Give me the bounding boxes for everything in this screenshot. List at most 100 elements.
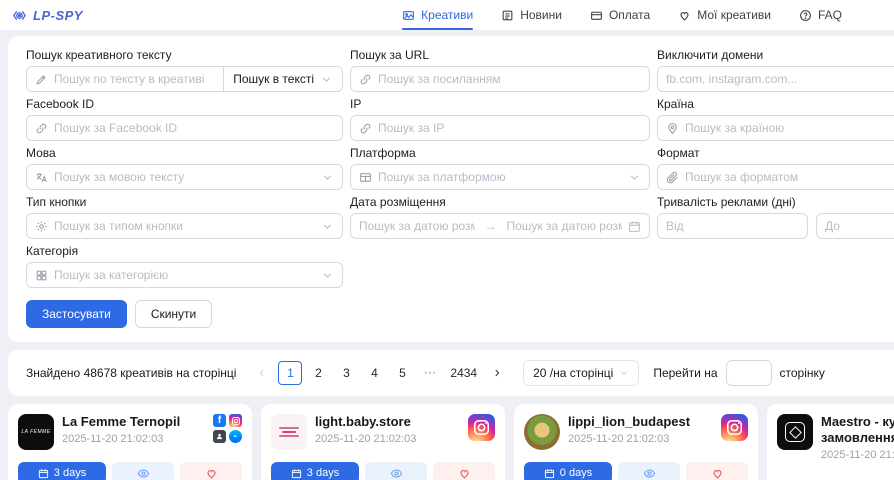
field-platform: Платформа Пошук за платформою — [350, 146, 650, 190]
days-label: 3 days — [307, 467, 339, 479]
language-select[interactable]: Пошук за мовою тексту — [26, 164, 343, 190]
ip-input[interactable] — [378, 121, 641, 135]
country-input[interactable] — [685, 121, 894, 135]
card-avatar — [524, 414, 560, 450]
favorite-button[interactable] — [433, 462, 495, 480]
pagination-page-1[interactable]: 1 — [278, 361, 302, 385]
days-active-button[interactable]: 0 days — [524, 462, 612, 480]
category-select[interactable]: Пошук за категорією — [26, 262, 343, 288]
card-title-line-2[interactable]: замовлення в Ужго — [821, 430, 894, 446]
nav-tab-my-creatives[interactable]: Мої креативи — [678, 0, 771, 30]
card-title[interactable]: lippi_lion_budapest — [568, 414, 690, 430]
creatives-list: LA FEMME La Femme Ternopil 2025-11-20 21… — [8, 404, 894, 480]
instagram-icon — [468, 414, 495, 441]
duration-to-wrap — [816, 213, 894, 239]
range-arrow: → — [481, 219, 501, 233]
date-start-placeholder: Пошук за датою розміщення — [359, 219, 475, 233]
goto-page-input[interactable] — [726, 360, 772, 386]
apply-button[interactable]: Застосувати — [26, 300, 127, 328]
link-icon — [35, 122, 48, 135]
brand-name: LP-SPY — [33, 8, 83, 23]
pen-icon — [35, 73, 48, 86]
results-summary: Знайдено 48678 креативів на сторінці — [26, 366, 236, 380]
facebook-id-input[interactable] — [54, 121, 334, 135]
pagination-page-5[interactable]: 5 — [390, 361, 414, 385]
calendar-icon — [38, 468, 49, 479]
field-facebook-id: Facebook ID — [26, 97, 343, 141]
nav-tab-creatives[interactable]: Креативи — [402, 0, 473, 30]
nav-tab-label: Оплата — [609, 8, 650, 22]
card-title[interactable]: light.baby.store — [315, 414, 416, 430]
field-category: Категорія Пошук за категорією — [26, 244, 343, 288]
format-input[interactable] — [685, 170, 894, 184]
date-end-placeholder: Пошук за датою розміщення — [507, 219, 623, 233]
creative-text-input[interactable] — [54, 72, 215, 86]
category-grid-icon — [35, 269, 48, 282]
nav-tab-faq[interactable]: FAQ — [799, 0, 842, 30]
reset-button[interactable]: Скинути — [135, 300, 212, 328]
platform-icons — [468, 414, 495, 441]
pagination-next-icon[interactable] — [485, 361, 509, 385]
chevron-down-icon — [619, 368, 629, 378]
chevron-down-icon — [321, 220, 334, 233]
field-exclude-domains: Виключити домени — [657, 48, 894, 92]
days-label: 0 days — [560, 467, 592, 479]
field-label: Країна — [657, 97, 894, 111]
chevron-down-icon — [321, 171, 334, 184]
page-size-select[interactable]: 20 /на сторінці — [523, 360, 639, 386]
instagram-icon — [721, 414, 748, 441]
nav-tab-news[interactable]: Новини — [501, 0, 562, 30]
favorite-button[interactable] — [180, 462, 242, 480]
view-button[interactable] — [618, 462, 680, 480]
field-label: Платформа — [350, 146, 650, 160]
nav-tab-payment[interactable]: Оплата — [590, 0, 650, 30]
favorite-button[interactable] — [686, 462, 748, 480]
picture-icon — [402, 9, 415, 22]
pagination-page-3[interactable]: 3 — [334, 361, 358, 385]
duration-from-input[interactable] — [666, 219, 799, 233]
top-navbar: LP-SPY Креативи Новини Оплата Мої креати… — [0, 0, 894, 30]
newspaper-icon — [501, 9, 514, 22]
brand-logo[interactable]: LP-SPY — [12, 8, 83, 23]
pagination-page-2[interactable]: 2 — [306, 361, 330, 385]
card-datetime: 2025-11-20 21:02:03 — [568, 433, 690, 445]
creative-text-mode-select[interactable]: Пошук в тексті — [224, 66, 343, 92]
field-label: Пошук креативного тексту — [26, 48, 343, 62]
eye-icon — [390, 467, 403, 480]
field-label: Тривалість реклами (дні) — [657, 195, 894, 209]
card-avatar: LA FEMME — [18, 414, 54, 450]
pagination-last-page[interactable]: 2434 — [446, 361, 481, 385]
card-title-line-1[interactable]: Maestro - кухні, ме — [821, 414, 894, 430]
days-label: 3 days — [54, 467, 86, 479]
duration-to-input[interactable] — [825, 219, 894, 233]
goto-prefix: Перейти на — [653, 366, 717, 380]
pagination-ellipsis[interactable]: ••• — [418, 361, 442, 385]
card-title[interactable]: La Femme Ternopil — [62, 414, 180, 430]
field-language: Мова Пошук за мовою тексту — [26, 146, 343, 190]
creative-card[interactable]: Maestro - кухні, ме замовлення в Ужго 20… — [767, 404, 894, 480]
pagination-prev-icon[interactable] — [250, 361, 274, 385]
view-button[interactable] — [112, 462, 174, 480]
days-active-button[interactable]: 3 days — [271, 462, 359, 480]
days-active-button[interactable]: 3 days — [18, 462, 106, 480]
exclude-domains-input[interactable] — [666, 72, 894, 86]
goto-suffix: сторінку — [780, 366, 825, 380]
field-ip: IP — [350, 97, 650, 141]
chevron-down-icon — [321, 269, 334, 282]
creative-card[interactable]: lippi_lion_budapest 2025-11-20 21:02:03 … — [514, 404, 758, 480]
creative-card[interactable]: light.baby.store 2025-11-20 21:02:03 3 d… — [261, 404, 505, 480]
url-input[interactable] — [378, 72, 641, 86]
button-type-select[interactable]: Пошук за типом кнопки — [26, 213, 343, 239]
placement-date-range-picker[interactable]: Пошук за датою розміщення → Пошук за дат… — [350, 213, 650, 239]
messenger-icon — [229, 430, 242, 443]
field-label: Facebook ID — [26, 97, 343, 111]
pagination-page-4[interactable]: 4 — [362, 361, 386, 385]
location-pin-icon — [666, 122, 679, 135]
question-circle-icon — [799, 9, 812, 22]
platform-select[interactable]: Пошук за платформою — [350, 164, 650, 190]
instagram-icon — [229, 414, 242, 427]
gear-icon — [35, 220, 48, 233]
chevron-down-icon — [628, 171, 641, 184]
creative-card[interactable]: LA FEMME La Femme Ternopil 2025-11-20 21… — [8, 404, 252, 480]
view-button[interactable] — [365, 462, 427, 480]
